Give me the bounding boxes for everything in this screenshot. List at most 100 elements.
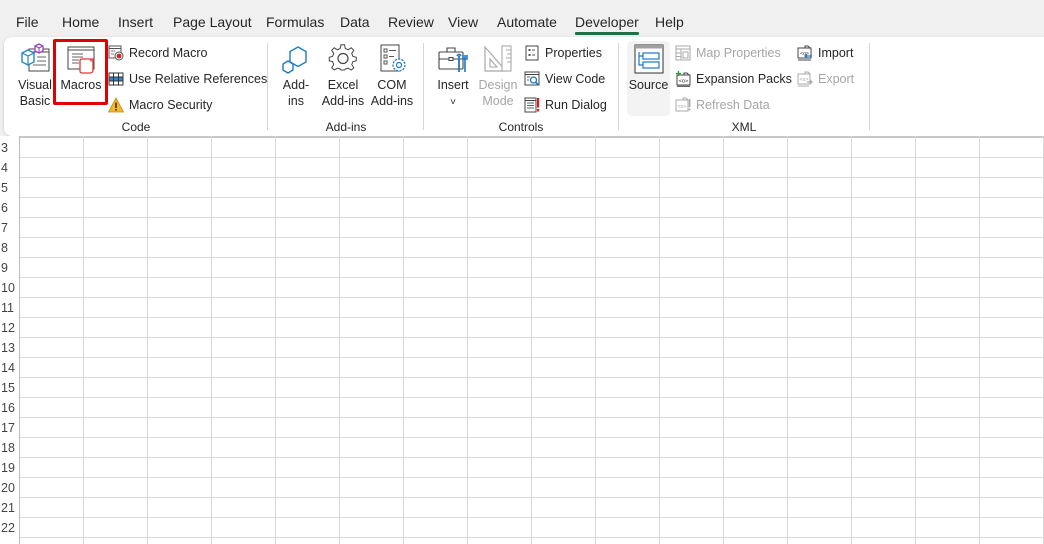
record-macro-button[interactable]: Record Macro <box>108 43 208 63</box>
tab-review[interactable]: Review <box>388 14 434 30</box>
row-number[interactable]: 20 <box>0 481 19 495</box>
addins-button[interactable]: Add- ins <box>276 43 316 109</box>
group-separator <box>267 43 268 130</box>
row-number[interactable]: 6 <box>0 201 19 215</box>
source-button[interactable]: Source <box>627 43 670 93</box>
row-gridline <box>20 317 1044 318</box>
excel-addins-label-1: Excel <box>327 78 359 92</box>
row-number[interactable]: 17 <box>0 421 19 435</box>
design-mode-button[interactable]: Design Mode <box>476 43 520 109</box>
com-addins-button[interactable]: COM Add-ins <box>368 43 416 109</box>
use-relative-references-button[interactable]: Use Relative References <box>108 69 267 89</box>
row-gridline <box>20 357 1044 358</box>
visual-basic-button[interactable]: Visual Basic <box>14 43 56 109</box>
record-macro-label: Record Macro <box>129 46 208 60</box>
row-gridline <box>20 517 1044 518</box>
row-number[interactable]: 15 <box>0 381 19 395</box>
row-number[interactable]: 16 <box>0 401 19 415</box>
row-number[interactable]: 8 <box>0 241 19 255</box>
tab-page-layout[interactable]: Page Layout <box>173 14 252 30</box>
chevron-down-icon: ˅ <box>450 97 456 108</box>
tab-file[interactable]: File <box>16 14 39 30</box>
map-properties-label: Map Properties <box>696 46 781 60</box>
row-number[interactable]: 9 <box>0 261 19 275</box>
group-separator <box>423 43 424 130</box>
row-number[interactable]: 11 <box>0 301 19 315</box>
expansion-packs-label: Expansion Packs <box>696 72 792 86</box>
import-button[interactable]: <o> Import <box>797 43 853 63</box>
tab-view[interactable]: View <box>448 14 478 30</box>
tab-help[interactable]: Help <box>655 14 684 30</box>
view-code-icon <box>524 71 540 86</box>
view-code-button[interactable]: View Code <box>524 69 605 89</box>
row-number[interactable]: 14 <box>0 361 19 375</box>
insert-control-button[interactable]: Insert ˅ <box>432 43 474 111</box>
run-dialog-button[interactable]: Run Dialog <box>524 95 607 115</box>
svg-text:<o>: <o> <box>679 79 690 85</box>
row-number[interactable]: 5 <box>0 181 19 195</box>
column-gridline <box>275 136 276 544</box>
row-gridline <box>20 157 1044 158</box>
export-button[interactable]: <o> Export <box>797 69 854 89</box>
map-properties-button[interactable]: Map Properties <box>675 43 781 63</box>
gear-icon <box>328 44 357 71</box>
spreadsheet-grid[interactable]: 3 4 5 6 7 8 9 10 11 12 13 14 15 16 17 18 19 20 21 22 <box>0 136 1044 544</box>
properties-button[interactable]: Properties <box>524 43 602 63</box>
column-gridline <box>339 136 340 544</box>
column-gridline <box>979 136 980 544</box>
properties-label: Properties <box>545 46 602 60</box>
design-mode-label-1: Design <box>478 78 518 92</box>
xml-import-icon: <o> <box>797 45 812 61</box>
tab-automate[interactable]: Automate <box>497 14 557 30</box>
row-gridline <box>20 497 1044 498</box>
column-gridline <box>211 136 212 544</box>
grid-top-border <box>0 136 1044 138</box>
visual-basic-label-1: Visual <box>18 78 52 92</box>
row-number[interactable]: 12 <box>0 321 19 335</box>
row-gridline <box>20 477 1044 478</box>
row-gridline <box>20 257 1044 258</box>
insert-control-label: Insert <box>437 78 469 92</box>
visual-basic-label-2: Basic <box>19 94 51 108</box>
use-relative-references-label: Use Relative References <box>129 72 268 86</box>
row-number[interactable]: 10 <box>0 281 19 295</box>
column-gridline <box>531 136 532 544</box>
excel-addins-button[interactable]: Excel Add-ins <box>319 43 367 109</box>
menu-bar: File Home Insert Page Layout Formulas Da… <box>0 0 1044 38</box>
tab-insert[interactable]: Insert <box>118 14 153 30</box>
column-gridline <box>723 136 724 544</box>
com-addins-label-1: COM <box>377 78 407 92</box>
row-number[interactable]: 19 <box>0 461 19 475</box>
refresh-data-button[interactable]: <o> Refresh Data <box>675 95 770 115</box>
row-number[interactable]: 21 <box>0 501 19 515</box>
tab-developer[interactable]: Developer <box>575 14 639 35</box>
import-label: Import <box>818 46 854 60</box>
row-number[interactable]: 18 <box>0 441 19 455</box>
macro-security-button[interactable]: Macro Security <box>108 95 212 115</box>
group-separator <box>869 43 870 130</box>
addins-hexagon-icon <box>282 46 307 74</box>
row-number[interactable]: 7 <box>0 221 19 235</box>
record-macro-icon <box>108 45 124 61</box>
macros-highlight-box <box>53 39 108 105</box>
row-number[interactable]: 13 <box>0 341 19 355</box>
group-label-controls: Controls <box>498 120 544 134</box>
tab-home[interactable]: Home <box>62 14 99 30</box>
row-gridline <box>20 237 1044 238</box>
row-gridline <box>20 437 1044 438</box>
row-gridline <box>20 177 1044 178</box>
tab-formulas[interactable]: Formulas <box>266 14 324 30</box>
visual-basic-icon <box>21 43 50 72</box>
refresh-data-icon: <o> <box>675 97 691 112</box>
row-number[interactable]: 3 <box>0 141 19 155</box>
group-label-addins: Add-ins <box>325 120 367 134</box>
row-gridline <box>20 337 1044 338</box>
relative-references-icon <box>108 72 124 86</box>
toolbox-icon <box>438 47 468 72</box>
row-number[interactable]: 4 <box>0 161 19 175</box>
row-gridline <box>20 457 1044 458</box>
row-number[interactable]: 22 <box>0 521 19 535</box>
expansion-packs-button[interactable]: <o> Expansion Packs <box>675 69 792 89</box>
tab-data[interactable]: Data <box>340 14 370 30</box>
svg-text:<o>: <o> <box>677 104 686 110</box>
